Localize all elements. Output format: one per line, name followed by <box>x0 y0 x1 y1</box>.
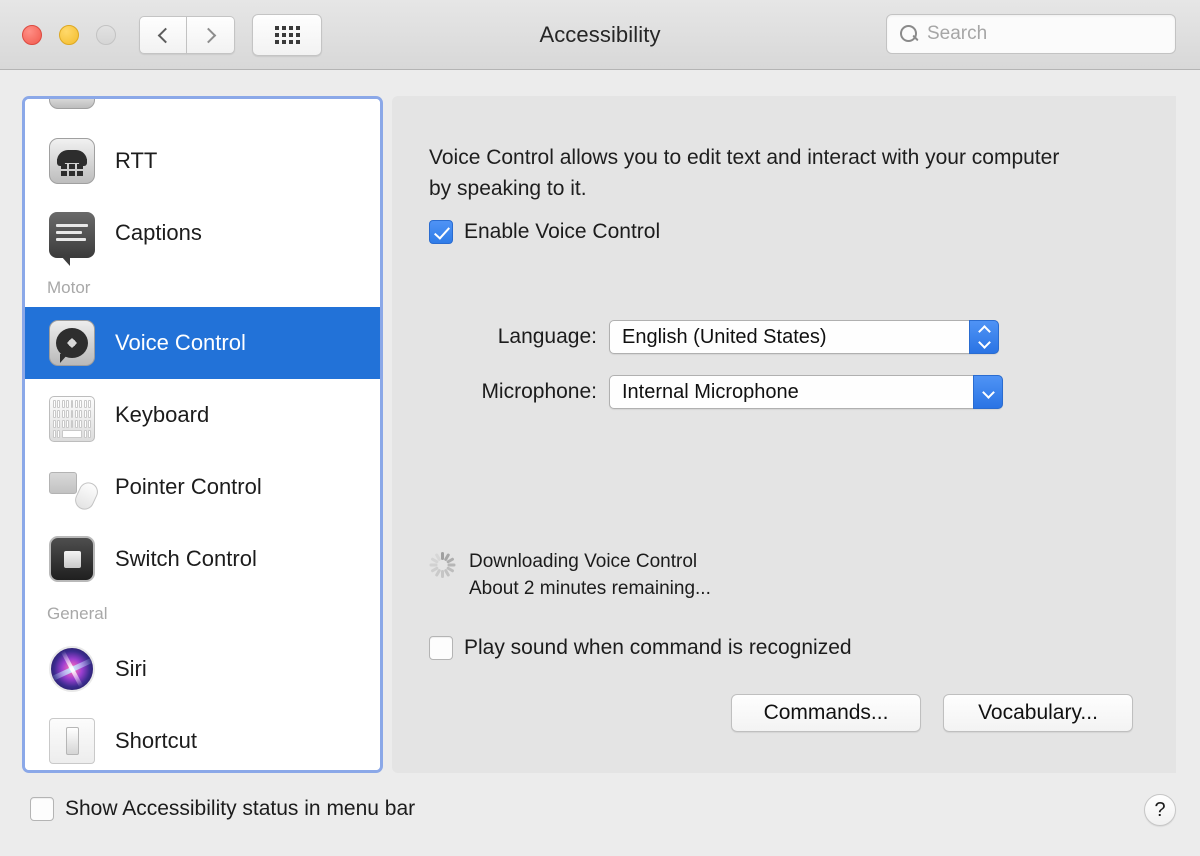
pointer-control-icon <box>49 464 102 513</box>
sidebar-item-partial-above[interactable] <box>25 99 380 125</box>
sidebar-item-label: Shortcut <box>115 728 197 753</box>
microphone-value: Internal Microphone <box>622 380 799 403</box>
sidebar-item-keyboard[interactable]: Keyboard <box>25 379 380 451</box>
show-accessibility-status-checkbox[interactable]: Show Accessibility status in menu bar <box>30 797 415 821</box>
shortcut-icon <box>49 718 95 764</box>
language-stepper[interactable]: English (United States) <box>609 320 999 354</box>
help-button[interactable]: ? <box>1144 794 1176 826</box>
microphone-row: Microphone: Internal Microphone <box>429 375 1003 409</box>
sidebar-item-siri[interactable]: Siri <box>25 633 380 705</box>
sidebar-item-label: Captions <box>115 220 202 245</box>
captions-icon <box>49 212 95 266</box>
sidebar-item-rtt[interactable]: RTT <box>25 125 380 197</box>
keyboard-icon <box>49 396 95 442</box>
play-sound-checkbox[interactable]: Play sound when command is recognized <box>429 636 852 660</box>
sidebar-group-motor: Motor <box>47 278 91 297</box>
download-status-line1: Downloading Voice Control <box>469 551 698 572</box>
voice-control-pane: Voice Control allows you to edit text an… <box>392 96 1176 773</box>
switch-control-icon <box>49 536 95 582</box>
checkbox-unchecked-icon[interactable] <box>429 636 453 660</box>
checkbox-checked-icon[interactable] <box>429 220 453 244</box>
stepper-arrows-icon[interactable] <box>969 320 999 354</box>
play-sound-label: Play sound when command is recognized <box>464 636 852 659</box>
enable-voice-control-checkbox[interactable]: Enable Voice Control <box>429 220 660 244</box>
language-value: English (United States) <box>622 325 827 348</box>
sidebar-item-switch-control[interactable]: Switch Control <box>25 523 380 595</box>
voice-control-icon <box>49 320 95 366</box>
download-status: Downloading Voice Control About 2 minute… <box>429 548 711 602</box>
sidebar-item-label: Siri <box>115 656 147 681</box>
siri-icon <box>49 646 95 692</box>
sidebar-item-label: Pointer Control <box>115 474 262 499</box>
sidebar: RTT Captions Motor Voice Control Keyboar… <box>25 99 380 770</box>
system-preferences-window: Accessibility RTT Captions <box>0 0 1200 856</box>
search-icon <box>900 24 919 44</box>
chevron-down-icon[interactable] <box>973 375 1003 409</box>
microphone-select[interactable]: Internal Microphone <box>609 375 1003 409</box>
vocabulary-button[interactable]: Vocabulary... <box>943 694 1133 732</box>
show-accessibility-status-label: Show Accessibility status in menu bar <box>65 797 416 820</box>
sidebar-item-voice-control[interactable]: Voice Control <box>25 307 380 379</box>
rtt-icon <box>49 138 95 184</box>
sidebar-item-label: Keyboard <box>115 402 210 427</box>
commands-button[interactable]: Commands... <box>731 694 921 732</box>
pane-description: Voice Control allows you to edit text an… <box>429 146 1060 200</box>
sidebar-item-label: Switch Control <box>115 546 257 571</box>
search-input[interactable] <box>927 23 1165 45</box>
sidebar-group-general: General <box>47 604 108 623</box>
checkbox-unchecked-icon[interactable] <box>30 797 54 821</box>
sidebar-item-pointer-control[interactable]: Pointer Control <box>25 451 380 523</box>
enable-voice-control-label: Enable Voice Control <box>464 220 661 243</box>
progress-spinner-icon <box>429 552 455 578</box>
language-label: Language: <box>497 325 597 348</box>
search-field[interactable] <box>886 14 1176 54</box>
download-status-text: Downloading Voice Control About 2 minute… <box>469 548 711 602</box>
partial-icon <box>49 99 95 109</box>
sidebar-item-shortcut[interactable]: Shortcut <box>25 705 380 770</box>
window-toolbar: Accessibility <box>0 0 1200 70</box>
language-row: Language: English (United States) <box>429 320 999 354</box>
accessibility-category-list[interactable]: RTT Captions Motor Voice Control Keyboar… <box>22 96 383 773</box>
sidebar-item-captions[interactable]: Captions <box>25 197 380 269</box>
sidebar-item-label: Voice Control <box>115 330 246 355</box>
sidebar-item-label: RTT <box>115 148 158 173</box>
pane-action-buttons: Commands... Vocabulary... <box>731 694 1133 732</box>
microphone-label: Microphone: <box>481 380 597 403</box>
download-status-line2: About 2 minutes remaining... <box>469 578 711 599</box>
